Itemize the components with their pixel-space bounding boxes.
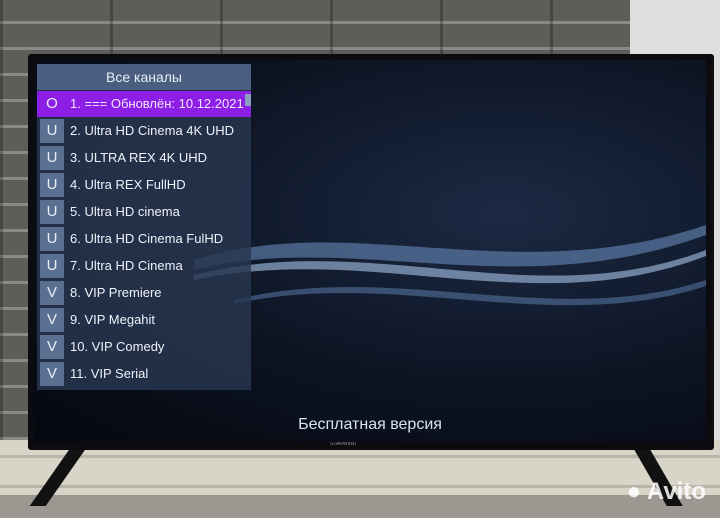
channel-item[interactable]: V 8. VIP Premiere — [37, 280, 251, 307]
channel-name: 6. Ultra HD Cinema FulHD — [70, 231, 224, 247]
channel-group-badge: O — [40, 91, 64, 116]
channel-item[interactable]: V 11. VIP Serial — [37, 361, 251, 388]
channel-item[interactable]: U 4. Ultra REX FullHD — [37, 172, 251, 199]
channel-item[interactable]: V 9. VIP Megahit — [37, 307, 251, 334]
channel-group-badge: U — [40, 253, 64, 278]
channel-group-badge: V — [40, 280, 64, 305]
channel-name: 4. Ultra REX FullHD — [70, 177, 186, 193]
channel-group-badge: U — [40, 226, 64, 251]
channel-list-title: Все каналы — [37, 64, 251, 90]
channel-name: 10. VIP Comedy — [70, 339, 165, 355]
channel-group-badge: V — [40, 361, 64, 386]
channel-name: 2. Ultra HD Cinema 4K UHD — [70, 123, 234, 139]
channel-name: 5. Ultra HD cinema — [70, 204, 180, 220]
channel-group-badge: V — [40, 334, 64, 359]
free-version-label: Бесплатная версия — [298, 416, 442, 433]
channel-group-badge: U — [40, 172, 64, 197]
channel-name: 7. Ultra HD Cinema — [70, 258, 183, 274]
channel-item[interactable]: U 2. Ultra HD Cinema 4K UHD — [37, 118, 251, 145]
tv-screen: Все каналы O 1. === Обновлён: 10.12.2021 U… — [34, 60, 706, 442]
channel-item[interactable]: U 6. Ultra HD Cinema FulHD — [37, 226, 251, 253]
channel-name: 1. === Обновлён: 10.12.2021 — [70, 96, 244, 112]
channel-item[interactable]: U 3. ULTRA REX 4K UHD — [37, 145, 251, 172]
channel-item[interactable]: O 1. === Обновлён: 10.12.2021 — [37, 90, 251, 117]
shelf — [0, 495, 720, 518]
channel-name: 9. VIP Megahit — [70, 312, 156, 328]
channel-group-badge: U — [40, 145, 64, 170]
channel-item[interactable]: U 7. Ultra HD Cinema — [37, 253, 251, 280]
channel-list-panel: Все каналы O 1. === Обновлён: 10.12.2021 U… — [37, 64, 251, 390]
channel-item[interactable]: U 5. Ultra HD cinema — [37, 199, 251, 226]
channel-item[interactable]: V 10. VIP Comedy — [37, 334, 251, 361]
channel-group-badge: U — [40, 118, 64, 143]
channel-name: 8. VIP Premiere — [70, 285, 162, 301]
channel-group-badge: V — [40, 307, 64, 332]
scrollbar[interactable] — [245, 94, 251, 106]
channel-name: 3. ULTRA REX 4K UHD — [70, 150, 208, 166]
avito-watermark: ● Avito — [626, 478, 706, 505]
channel-group-badge: U — [40, 199, 64, 224]
channel-name: 11. VIP Serial — [70, 366, 149, 382]
